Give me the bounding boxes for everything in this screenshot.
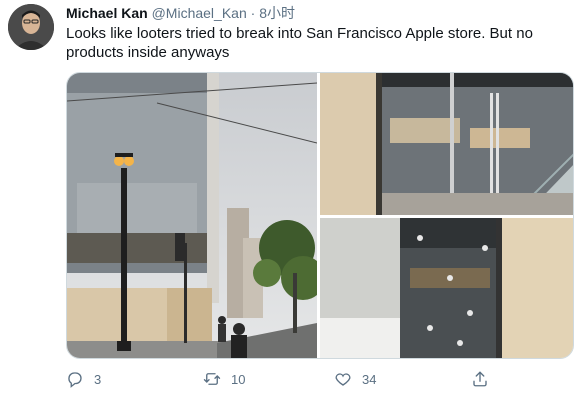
reply-button[interactable]: 3 xyxy=(66,368,101,390)
like-button[interactable]: 34 xyxy=(334,368,376,390)
retweet-icon xyxy=(203,370,221,388)
media-grid xyxy=(66,72,574,359)
like-count: 34 xyxy=(362,371,377,387)
author-handle[interactable]: @Michael_Kan xyxy=(152,5,247,21)
separator-dot: · xyxy=(250,5,256,21)
media-image-street[interactable] xyxy=(67,73,317,358)
tweet-actions: 3 10 34 xyxy=(66,368,506,390)
share-icon xyxy=(471,370,489,388)
tweet-time[interactable]: 8小时 xyxy=(259,5,295,21)
heart-icon xyxy=(334,370,352,388)
tweet: Michael Kan @Michael_Kan · 8小时 Looks lik… xyxy=(0,0,586,401)
author-name[interactable]: Michael Kan xyxy=(66,5,148,21)
tweet-text: Looks like looters tried to break into S… xyxy=(66,25,533,61)
retweet-button[interactable]: 10 xyxy=(203,368,245,390)
retweet-count: 10 xyxy=(231,371,246,387)
reply-icon xyxy=(66,370,84,388)
reply-count: 3 xyxy=(94,371,102,387)
avatar[interactable] xyxy=(8,4,54,50)
tweet-header: Michael Kan @Michael_Kan · 8小时 xyxy=(66,4,295,22)
media-image-storefront[interactable] xyxy=(320,73,573,215)
share-button[interactable] xyxy=(471,368,489,390)
media-image-glass[interactable] xyxy=(320,218,573,358)
